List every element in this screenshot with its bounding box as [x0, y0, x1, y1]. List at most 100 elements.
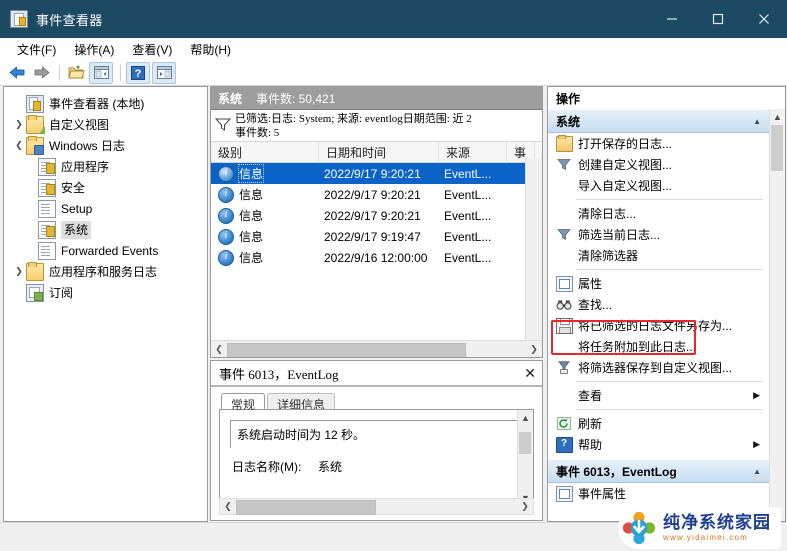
action-open-saved-log[interactable]: 打开保存的日志... — [548, 133, 769, 154]
show-action-pane-icon[interactable] — [152, 61, 176, 84]
action-event-properties[interactable]: 事件属性 — [548, 483, 769, 504]
table-row[interactable]: 信息 2022/9/16 12:00:00 EventL... — [211, 247, 542, 268]
action-label: 打开保存的日志... — [578, 136, 673, 151]
scroll-up-icon[interactable]: ▲ — [770, 109, 785, 124]
tree-item-event-viewer[interactable]: 事件查看器 (本地) — [8, 93, 205, 114]
action-save-filter-to-custom-view[interactable]: 将筛选器保存到自定义视图... — [548, 357, 769, 378]
scroll-track[interactable] — [236, 499, 517, 515]
actions-section-system[interactable]: 系统 ▲ — [548, 109, 769, 133]
menu-view[interactable]: 查看(V) — [123, 39, 181, 60]
watermark-name: 纯净系统家园 — [663, 513, 771, 532]
tab-general[interactable]: 常规 — [221, 393, 266, 412]
event-source: EventL... — [444, 250, 492, 265]
minimize-button[interactable] — [649, 0, 695, 38]
tree-item-label: 自定义视图 — [49, 117, 110, 132]
scroll-thumb[interactable] — [519, 432, 531, 454]
forward-icon[interactable] — [30, 63, 52, 83]
show-console-tree-icon[interactable] — [89, 61, 113, 84]
detail-field-row: 日志名称(M): 系统 — [232, 458, 533, 475]
log-warn-icon — [38, 178, 56, 197]
filter-icon — [211, 112, 235, 136]
back-icon[interactable] — [6, 63, 28, 83]
menu-action[interactable]: 操作(A) — [65, 39, 123, 60]
action-properties[interactable]: 属性 — [548, 273, 769, 294]
tree-item-system[interactable]: 系统 — [8, 219, 205, 240]
detail-horizontal-scrollbar[interactable]: ❮ ❯ — [219, 498, 534, 515]
menu-file[interactable]: 文件(F) — [8, 39, 65, 60]
log-icon — [38, 199, 56, 218]
submenu-arrow-icon[interactable]: ▶ — [753, 439, 760, 450]
scroll-right-icon[interactable]: ❯ — [517, 499, 533, 514]
scroll-right-icon[interactable]: ❯ — [526, 342, 542, 357]
action-create-custom-view[interactable]: 创建自定义视图... — [548, 154, 769, 175]
submenu-arrow-icon[interactable]: ▶ — [753, 390, 760, 401]
event-viewer-icon — [26, 94, 44, 113]
event-datetime: 2022/9/17 9:20:21 — [324, 166, 421, 181]
close-button[interactable] — [741, 0, 787, 38]
table-row[interactable]: 信息 2022/9/17 9:20:21 EventL... — [211, 163, 542, 184]
column-header-source[interactable]: 来源 — [439, 142, 507, 162]
expander-icon[interactable]: ❯ — [12, 261, 26, 282]
event-datetime: 2022/9/17 9:20:21 — [324, 208, 421, 223]
action-help[interactable]: 帮助 ▶ — [548, 434, 769, 455]
tab-details[interactable]: 详细信息 — [267, 393, 336, 412]
event-source: EventL... — [444, 187, 492, 202]
scroll-left-icon[interactable]: ❮ — [220, 499, 236, 514]
event-datetime: 2022/9/17 9:19:47 — [324, 229, 421, 244]
actions-section-event[interactable]: 事件 6013，EventLog ▲ — [548, 459, 769, 483]
action-view[interactable]: 查看 ▶ — [548, 385, 769, 406]
event-detail-pane: 事件 6013，EventLog ✕ 常规 详细信息 系统启动时间为 12 秒。… — [210, 360, 543, 521]
action-filter-current-log[interactable]: 筛选当前日志... — [548, 224, 769, 245]
actions-vertical-scrollbar[interactable]: ▲ ▼ — [769, 109, 785, 521]
chevron-up-icon[interactable]: ▲ — [753, 467, 761, 476]
table-row[interactable]: 信息 2022/9/17 9:20:21 EventL... — [211, 184, 542, 205]
tree-item-apps-and-services[interactable]: ❯ 应用程序和服务日志 — [8, 261, 205, 282]
column-header-datetime[interactable]: 日期和时间 — [319, 142, 439, 162]
close-icon[interactable]: ✕ — [524, 365, 536, 382]
scroll-thumb[interactable] — [227, 342, 466, 357]
tree-item-forwarded-events[interactable]: Forwarded Events — [8, 240, 205, 261]
action-save-filtered-log[interactable]: 将已筛选的日志文件另存为... — [548, 315, 769, 336]
action-label: 帮助 — [578, 437, 603, 452]
expander-icon[interactable]: ❮ — [12, 135, 26, 156]
event-list-vertical-scrollbar[interactable] — [525, 158, 542, 340]
expander-icon[interactable]: ❯ — [12, 114, 26, 135]
scroll-left-icon[interactable]: ❮ — [211, 342, 227, 357]
open-folder-icon[interactable] — [65, 63, 87, 83]
help-icon[interactable]: ? — [126, 61, 150, 84]
tree-item-windows-logs[interactable]: ❮ Windows 日志 — [8, 135, 205, 156]
center-pane: 系统 事件数: 50,421 已筛选:日志: System; 来源: event… — [210, 86, 543, 521]
watermark: 纯净系统家园 www.yidaimei.com — [618, 507, 781, 549]
event-list-horizontal-scrollbar[interactable]: ❮ ❯ — [211, 340, 542, 357]
tree-item-security[interactable]: 安全 — [8, 177, 205, 198]
scroll-up-icon[interactable]: ▲ — [518, 410, 533, 425]
column-header-level[interactable]: 级别 — [211, 142, 319, 162]
action-label: 查看 — [578, 388, 603, 403]
tree-item-application[interactable]: 应用程序 — [8, 156, 205, 177]
table-row[interactable]: 信息 2022/9/17 9:20:21 EventL... — [211, 205, 542, 226]
log-icon — [38, 241, 56, 260]
filter-event-count: 事件数: 5 — [235, 127, 280, 139]
action-attach-task[interactable]: 将任务附加到此日志... — [548, 336, 769, 357]
action-find[interactable]: 查找... — [548, 294, 769, 315]
tree-item-subscriptions[interactable]: 订阅 — [8, 282, 205, 303]
scroll-thumb[interactable] — [771, 125, 783, 171]
scroll-thumb[interactable] — [236, 500, 376, 515]
scroll-track[interactable] — [227, 341, 526, 357]
action-clear-filter[interactable]: 清除筛选器 — [548, 245, 769, 266]
tree-item-custom-views[interactable]: ❯ 自定义视图 — [8, 114, 205, 135]
tree-item-setup[interactable]: Setup — [8, 198, 205, 219]
expander-icon[interactable] — [12, 93, 26, 114]
maximize-button[interactable] — [695, 0, 741, 38]
detail-vertical-scrollbar[interactable]: ▲ ▼ — [517, 410, 533, 505]
console-tree: 事件查看器 (本地) ❯ 自定义视图 ❮ Windows 日志 应用程序 安全 … — [4, 87, 207, 303]
table-row[interactable]: 信息 2022/9/17 9:19:47 EventL... — [211, 226, 542, 247]
filter-status-bar[interactable]: 已筛选:日志: System; 来源: eventlog日期范围: 近 2 事件… — [211, 110, 542, 142]
action-clear-log[interactable]: 清除日志... — [548, 203, 769, 224]
action-import-custom-view[interactable]: 导入自定义视图... — [548, 175, 769, 196]
tree-item-label: 订阅 — [49, 285, 74, 300]
chevron-up-icon[interactable]: ▲ — [753, 117, 761, 126]
menu-help[interactable]: 帮助(H) — [181, 39, 240, 60]
action-refresh[interactable]: 刷新 — [548, 413, 769, 434]
event-rows: 信息 2022/9/17 9:20:21 EventL... 信息 2022/9… — [211, 163, 542, 336]
